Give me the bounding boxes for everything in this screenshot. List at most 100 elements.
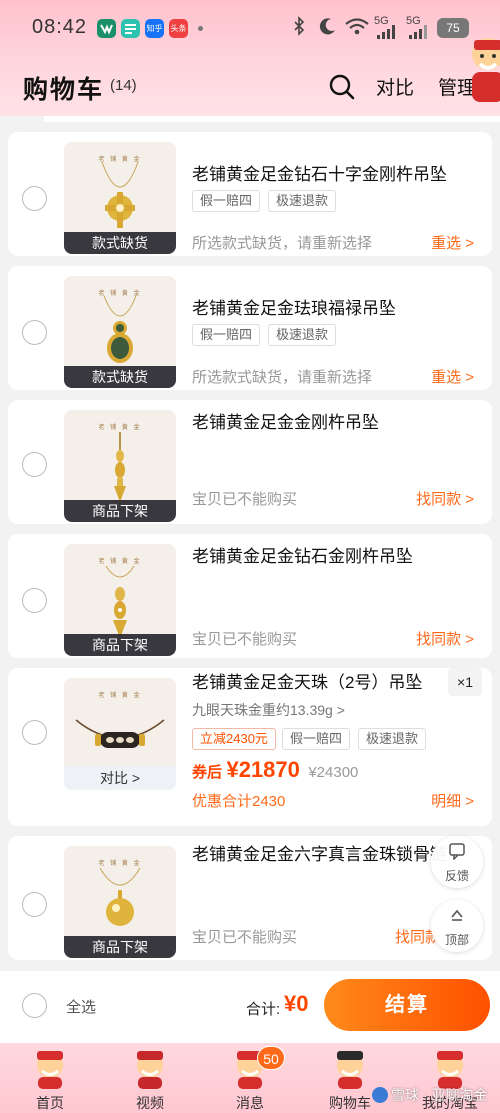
product-title[interactable]: 老铺黄金足金钻石十字金刚杵吊坠 (192, 160, 447, 185)
item-checkbox[interactable] (22, 186, 47, 211)
reselect-button[interactable]: 重选 > (431, 366, 474, 387)
feedback-label: 反馈 (444, 869, 469, 883)
cart-item: 老 铺 黄 金 款式缺货 老铺黄金足金珐琅福禄吊坠 假一赔四 极速退款 所选款式… (8, 266, 492, 390)
app-icon-2 (121, 19, 140, 38)
stock-overlay: 款式缺货 (64, 366, 176, 388)
item-status: 所选款式缺货，请重新选择 (192, 235, 373, 252)
tag-guarantee: 假一赔四 (192, 190, 261, 212)
cart-item: 老 铺 黄 金 对比 > 老铺黄金足金天珠（2号）吊坠 ×1 九眼天珠金重约13… (8, 668, 492, 826)
tab-video[interactable]: 视频 (100, 1043, 200, 1113)
tag-fast-refund: 极速退款 (358, 728, 427, 750)
tag-fast-refund: 极速退款 (268, 190, 337, 212)
product-image[interactable]: 老 铺 黄 金 款式缺货 (64, 276, 176, 388)
compare-link[interactable]: 对比 > (64, 766, 176, 790)
watermark-text: 雪球 · 亚聊淘金 (391, 1087, 488, 1103)
wifi-icon (344, 16, 370, 41)
select-all-label[interactable]: 全选 (66, 996, 96, 1017)
status-bar: 08:42 知乎 头条 5G 5G 75 (0, 0, 500, 56)
cart-item: 老 铺 黄 金 商品下架 老铺黄金足金六字真言金珠锁骨链 宝贝已不能购买 找同款 (8, 836, 492, 960)
page-title: 购物车 (23, 76, 105, 104)
cart-mascot-icon (337, 1051, 363, 1089)
item-status: 宝贝已不能购买 (192, 631, 298, 648)
delisted-overlay: 商品下架 (64, 936, 176, 958)
product-image[interactable]: 老 铺 黄 金 款式缺货 (64, 142, 176, 254)
back-to-top-button[interactable]: 顶部 (431, 900, 483, 952)
reselect-button[interactable]: 重选 > (431, 232, 474, 253)
xueqiu-logo-icon (372, 1087, 388, 1103)
app-icon-1 (97, 19, 116, 38)
find-similar-button[interactable]: 找同款 > (416, 488, 474, 509)
home-mascot-icon (37, 1051, 63, 1089)
price-row: 券后 ¥21870 ¥24300 (192, 757, 358, 783)
tab-label: 首页 (36, 1095, 64, 1111)
select-all-checkbox[interactable] (22, 993, 47, 1018)
previous-item-peek (44, 116, 500, 122)
discount-total: 优惠合计2430 (192, 793, 286, 810)
feedback-button[interactable]: 反馈 (431, 836, 483, 888)
product-image[interactable]: 老 铺 黄 金 对比 > (64, 678, 176, 790)
total-label: 合计: (246, 1001, 281, 1018)
item-status: 宝贝已不能购买 (192, 491, 298, 508)
find-similar-button[interactable]: 找同款 > (416, 628, 474, 649)
status-dot (198, 26, 203, 31)
item-checkbox[interactable] (22, 588, 47, 613)
stock-overlay: 款式缺货 (64, 232, 176, 254)
tag-discount: 立减2430元 (192, 728, 276, 750)
checkout-bar: 全选 合计: ¥0 结算 (0, 971, 500, 1043)
price-value: ¥21870 (226, 757, 300, 782)
product-image[interactable]: 老 铺 黄 金 商品下架 (64, 544, 176, 656)
tab-label: 消息 (236, 1095, 264, 1111)
price-label: 券后 (192, 764, 223, 781)
up-arrow-icon (431, 906, 483, 931)
quantity-stepper[interactable]: ×1 (448, 668, 482, 696)
tag-guarantee: 假一赔四 (282, 728, 351, 750)
signal-2-icon (409, 24, 427, 44)
product-title[interactable]: 老铺黄金足金六字真言金珠锁骨链 (192, 840, 447, 865)
sku-selector[interactable]: 九眼天珠金重约13.39g > (192, 700, 345, 720)
item-checkbox[interactable] (22, 720, 47, 745)
profile-mascot-icon (437, 1051, 463, 1089)
tab-messages[interactable]: 50 消息 (200, 1043, 300, 1113)
cart-list[interactable]: 老 铺 黄 金 款式缺货 老铺黄金足金钻石十字金刚杵吊坠 假一赔四 极速退款 所… (0, 116, 500, 971)
tag-guarantee: 假一赔四 (192, 324, 261, 346)
video-mascot-icon (137, 1051, 163, 1089)
product-title[interactable]: 老铺黄金足金珐琅福禄吊坠 (192, 294, 396, 319)
message-count-badge: 50 (257, 1046, 285, 1070)
search-icon[interactable] (329, 74, 355, 100)
mascot-icon (468, 32, 500, 104)
app-icon-4: 头条 (169, 19, 188, 38)
item-status: 所选款式缺货，请重新选择 (192, 369, 373, 386)
product-image[interactable]: 老 铺 黄 金 商品下架 (64, 846, 176, 958)
status-time: 08:42 (32, 16, 88, 38)
watermark: 雪球 · 亚聊淘金 (372, 1085, 487, 1105)
tag-fast-refund: 极速退款 (268, 324, 337, 346)
product-title[interactable]: 老铺黄金足金金刚杵吊坠 (192, 408, 379, 433)
product-image[interactable]: 老 铺 黄 金 商品下架 (64, 410, 176, 522)
item-checkbox[interactable] (22, 452, 47, 477)
delisted-overlay: 商品下架 (64, 634, 176, 656)
battery-indicator: 75 (437, 18, 469, 38)
cart-count: (14) (110, 77, 137, 94)
feedback-icon (431, 842, 483, 867)
item-status: 宝贝已不能购买 (192, 929, 298, 946)
compare-button[interactable]: 对比 (376, 73, 414, 100)
delisted-overlay: 商品下架 (64, 500, 176, 522)
back-to-top-label: 顶部 (444, 933, 469, 947)
item-checkbox[interactable] (22, 320, 47, 345)
checkout-button[interactable]: 结算 (324, 979, 490, 1031)
bluetooth-icon (292, 16, 306, 41)
cart-item: 老 铺 黄 金 款式缺货 老铺黄金足金钻石十字金刚杵吊坠 假一赔四 极速退款 所… (8, 132, 492, 256)
total-value: ¥0 (284, 991, 309, 1016)
signal-1-icon (377, 24, 395, 44)
cart-item: 老 铺 黄 金 商品下架 老铺黄金足金钻石金刚杵吊坠 宝贝已不能购买 找同款 > (8, 534, 492, 658)
tab-home[interactable]: 首页 (0, 1043, 100, 1113)
tab-label: 视频 (136, 1095, 164, 1111)
cart-item: 老 铺 黄 金 商品下架 老铺黄金足金金刚杵吊坠 宝贝已不能购买 找同款 > (8, 400, 492, 524)
detail-button[interactable]: 明细 > (431, 790, 474, 811)
moon-icon (318, 16, 338, 41)
original-price: ¥24300 (308, 764, 359, 781)
product-title[interactable]: 老铺黄金足金钻石金刚杵吊坠 (192, 542, 413, 567)
item-checkbox[interactable] (22, 892, 47, 917)
product-title[interactable]: 老铺黄金足金天珠（2号）吊坠 (192, 668, 422, 693)
zhihu-icon: 知乎 (145, 19, 164, 38)
